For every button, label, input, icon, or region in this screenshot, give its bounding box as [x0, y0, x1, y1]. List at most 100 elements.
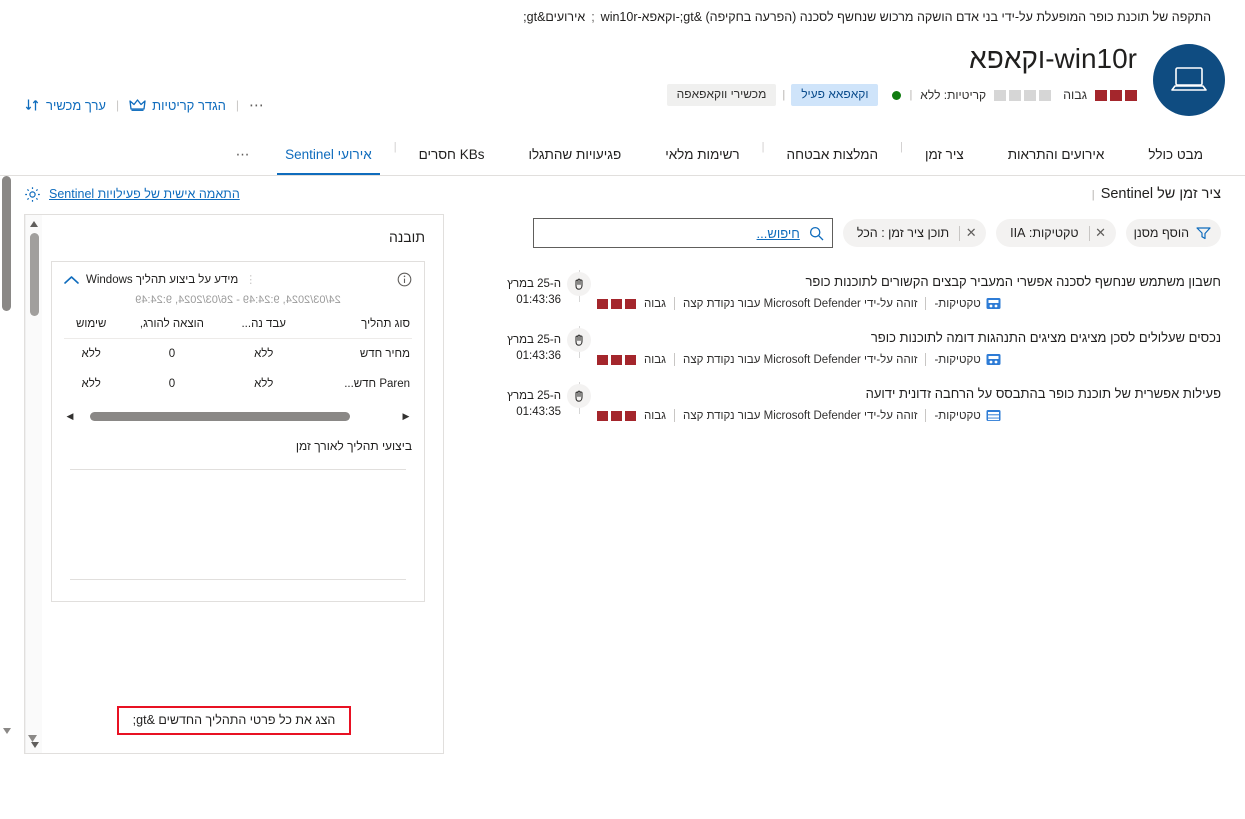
table-header-row: סוג תהליך עבד נה... הוצאה להורג, שימוש	[64, 318, 412, 339]
timeline-item-detected-by: זוהה על-ידי Microsoft Defender עבור נקוד…	[683, 297, 918, 310]
criticality-indicator	[994, 89, 1052, 101]
device-meta-row: גבוה קריטיות: ללא | וקאפאא פעיל | מכשירי…	[666, 84, 1137, 106]
show-all-new-processes-button[interactable]: הצג את כל פרטי התהליך החדשים &gt;	[116, 706, 352, 735]
timeline-item-title[interactable]: נכסים שעלולים לסכן מציגים מציגים התנהגות…	[597, 328, 1221, 347]
page-scroll-down-arrow[interactable]	[2, 726, 11, 736]
timeline-heading: ציר זמן של Sentinel |	[485, 186, 1221, 202]
page-scrollbar-thumb[interactable]	[2, 176, 11, 311]
tab-timeline[interactable]: ציר זמן	[903, 147, 986, 175]
customize-sentinel-activities-link[interactable]: התאמה אישית של פעילויות Sentinel	[49, 187, 240, 201]
timeline-item-time: ה-25 במרץ 01:43:36	[485, 270, 561, 308]
meta-divider: |	[909, 89, 913, 101]
alert-hand-icon	[567, 328, 591, 352]
tab-incidents-alerts[interactable]: אירועים והתראות	[986, 147, 1127, 175]
timeline-item-clock: 01:43:36	[516, 294, 561, 306]
search-box[interactable]	[532, 218, 833, 248]
chip-divider	[1088, 225, 1090, 241]
timeline-item[interactable]: נכסים שעלולים לסכן מציגים מציגים התנהגות…	[485, 326, 1221, 382]
scroll-down-indicator[interactable]	[28, 734, 37, 744]
device-value-button[interactable]: ערך מכשיר	[24, 97, 106, 113]
crown-icon	[129, 98, 146, 112]
tab-overflow-button[interactable]: ⋯	[224, 146, 264, 175]
timeline-item-tactic-label: טקטיקות-	[934, 353, 981, 366]
timeline-list: חשבון משתמש שנחשף לסכנה אפשרי המעביר קבצ…	[485, 270, 1221, 438]
hscroll-left-arrow[interactable]: ◀	[64, 411, 76, 422]
tab-sentinel-events[interactable]: אירועי Sentinel	[263, 147, 394, 175]
alert-hand-icon	[567, 384, 591, 408]
timeline-item-tactic-label: טקטיקות-	[934, 409, 981, 422]
timeline-item-clock: 01:43:36	[516, 350, 561, 362]
timeline-item-body: חשבון משתמש שנחשף לסכנה אפשרי המעביר קבצ…	[597, 270, 1221, 310]
process-info-title: מידע על ביצוע תהליך Windows	[86, 273, 239, 286]
set-criticality-button[interactable]: הגדר קריטיות	[129, 98, 226, 113]
process-info-divider: ⋮	[245, 274, 257, 286]
page-scrollbar[interactable]	[1, 176, 13, 736]
severity-indicator	[597, 354, 636, 365]
insight-scrollbar-thumb[interactable]	[30, 233, 39, 316]
header-toolbar: ⋯ | הגדר קריטיות | ערך מכשיר	[24, 96, 265, 114]
timeline-item-severity: גבוה	[644, 353, 667, 366]
timeline-item[interactable]: פעילות אפשרית של תוכנת כופר בהתבסס על הר…	[485, 382, 1221, 438]
tab-bar: מבט כולל אירועים והתראות ציר זמן | המלצו…	[0, 130, 1245, 176]
table-row[interactable]: מחיר חדש ללא 0 ללא	[64, 339, 412, 370]
tab-overview[interactable]: מבט כולל	[1126, 147, 1225, 175]
insight-card-scrollbar[interactable]	[25, 215, 42, 753]
cell-usage: ללא	[81, 378, 101, 390]
timeline-item-clock: 01:43:35	[516, 406, 561, 418]
filter-chip-timeline-content[interactable]: ✕ תוכן ציר זמן : הכל	[842, 219, 987, 247]
insight-card-title: תובנה	[388, 229, 425, 245]
filter-chip-tactics[interactable]: ✕ טקטיקות: IIA	[996, 219, 1116, 247]
hscroll-thumb[interactable]	[90, 411, 350, 421]
search-icon[interactable]	[809, 226, 824, 241]
tab-missing-kbs[interactable]: KBs חסרים	[397, 147, 507, 175]
search-input[interactable]	[541, 224, 802, 242]
tab-security-recommendations[interactable]: המלצות אבטחה	[765, 147, 901, 175]
close-icon[interactable]: ✕	[960, 222, 982, 244]
hscroll-track[interactable]	[80, 411, 396, 421]
insight-scroll-up-arrow[interactable]	[25, 215, 42, 232]
toolbar-overflow-button[interactable]: ⋯	[249, 96, 266, 114]
tab-inventories[interactable]: רשימות מלאי	[643, 147, 761, 175]
meta-divider	[674, 353, 676, 366]
timeline-item-title[interactable]: חשבון משתמש שנחשף לסכנה אפשרי המעביר קבצ…	[597, 272, 1221, 291]
column-header-process-type: סוג תהליך	[301, 318, 412, 339]
status-badges: וקאפאא פעיל | מכשירי ווקאפאפה	[666, 84, 879, 106]
timeline-item-date: ה-25 במרץ	[507, 334, 561, 346]
timeline-item-meta: גבוה זוהה על-ידי Microsoft Defender עבור…	[597, 353, 1221, 366]
timeline-item-tactic-label: טקטיקות-	[934, 297, 981, 310]
cell-worked: ללא	[254, 348, 274, 360]
breadcrumb-root[interactable]: אירועים&gt;	[523, 10, 585, 24]
sentinel-timeline-panel: ציר זמן של Sentinel | הוסף מסנן ✕ טקטיקו…	[485, 176, 1245, 438]
timeline-rail	[561, 326, 597, 358]
customize-row: התאמה אישית של פעילויות Sentinel	[24, 180, 444, 208]
process-table: סוג תהליך עבד נה... הוצאה להורג, שימוש מ…	[64, 318, 412, 399]
tab-discovered-vulnerabilities[interactable]: פגיעויות שהתגלו	[506, 147, 643, 175]
cell-executed: 0	[168, 378, 176, 390]
add-filter-label: הוסף מסנן	[1133, 226, 1189, 240]
chevron-up-icon[interactable]	[64, 275, 79, 285]
process-performance-chart	[64, 463, 412, 593]
cell-worked: ללא	[254, 378, 274, 390]
timeline-rail	[561, 270, 597, 302]
status-badge-devices[interactable]: מכשירי ווקאפאפה	[666, 84, 777, 106]
badge-divider: |	[782, 89, 786, 101]
severity-indicator	[597, 298, 636, 309]
laptop-icon	[1170, 65, 1208, 95]
table-horizontal-scrollbar[interactable]: ◀ ▶	[64, 409, 412, 423]
timeline-item-body: פעילות אפשרית של תוכנת כופר בהתבסס על הר…	[597, 382, 1221, 422]
close-icon[interactable]: ✕	[1090, 222, 1112, 244]
hscroll-right-arrow[interactable]: ▶	[400, 411, 412, 422]
info-icon[interactable]	[397, 272, 412, 287]
column-header-executed: הוצאה להורג,	[118, 318, 226, 339]
column-header-usage: שימוש	[64, 318, 119, 339]
timeline-controls: הוסף מסנן ✕ טקטיקות: IIA ✕ תוכן ציר זמן …	[485, 218, 1221, 248]
cell-executed: 0	[168, 348, 176, 360]
add-filter-button[interactable]: הוסף מסנן	[1125, 219, 1221, 247]
status-badge-active[interactable]: וקאפאא פעיל	[791, 84, 879, 106]
insight-panel: התאמה אישית של פעילויות Sentinel תובנה מ…	[24, 176, 444, 754]
table-row[interactable]: Paren חדש... ללא 0 ללא	[64, 369, 412, 399]
gear-icon[interactable]	[24, 186, 41, 203]
timeline-item-title[interactable]: פעילות אפשרית של תוכנת כופר בהתבסס על הר…	[597, 384, 1221, 403]
filter-chip-timeline-content-label: תוכן ציר זמן : הכל	[856, 226, 950, 240]
timeline-item[interactable]: חשבון משתמש שנחשף לסכנה אפשרי המעביר קבצ…	[485, 270, 1221, 326]
